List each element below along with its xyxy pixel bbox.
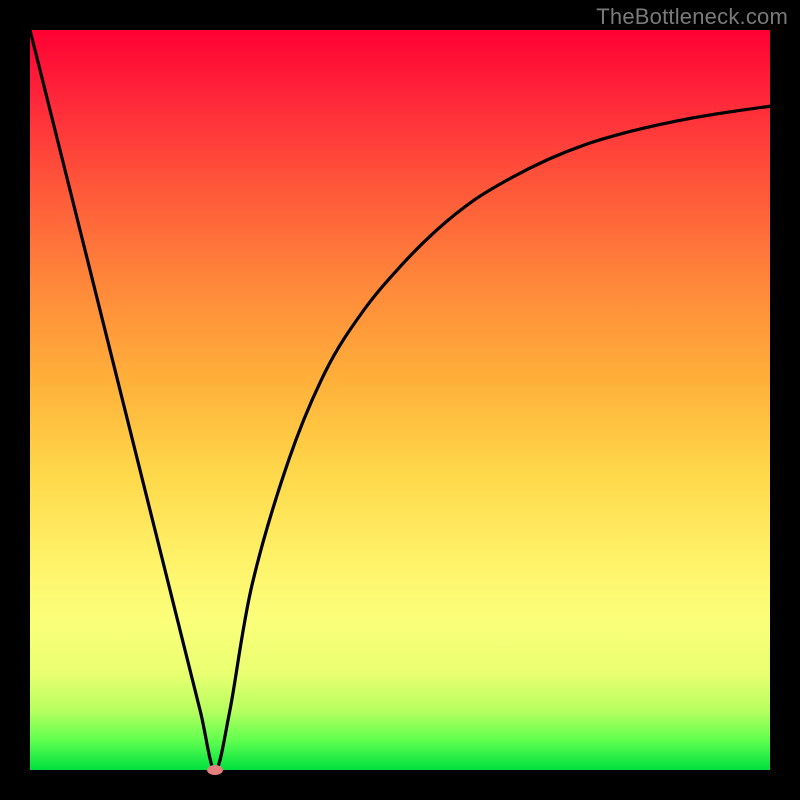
bottleneck-minimum-marker [207, 765, 223, 775]
curve-svg [30, 30, 770, 770]
plot-area [30, 30, 770, 770]
attribution-text: TheBottleneck.com [596, 4, 788, 30]
bottleneck-curve [30, 30, 770, 770]
chart-frame: TheBottleneck.com [0, 0, 800, 800]
